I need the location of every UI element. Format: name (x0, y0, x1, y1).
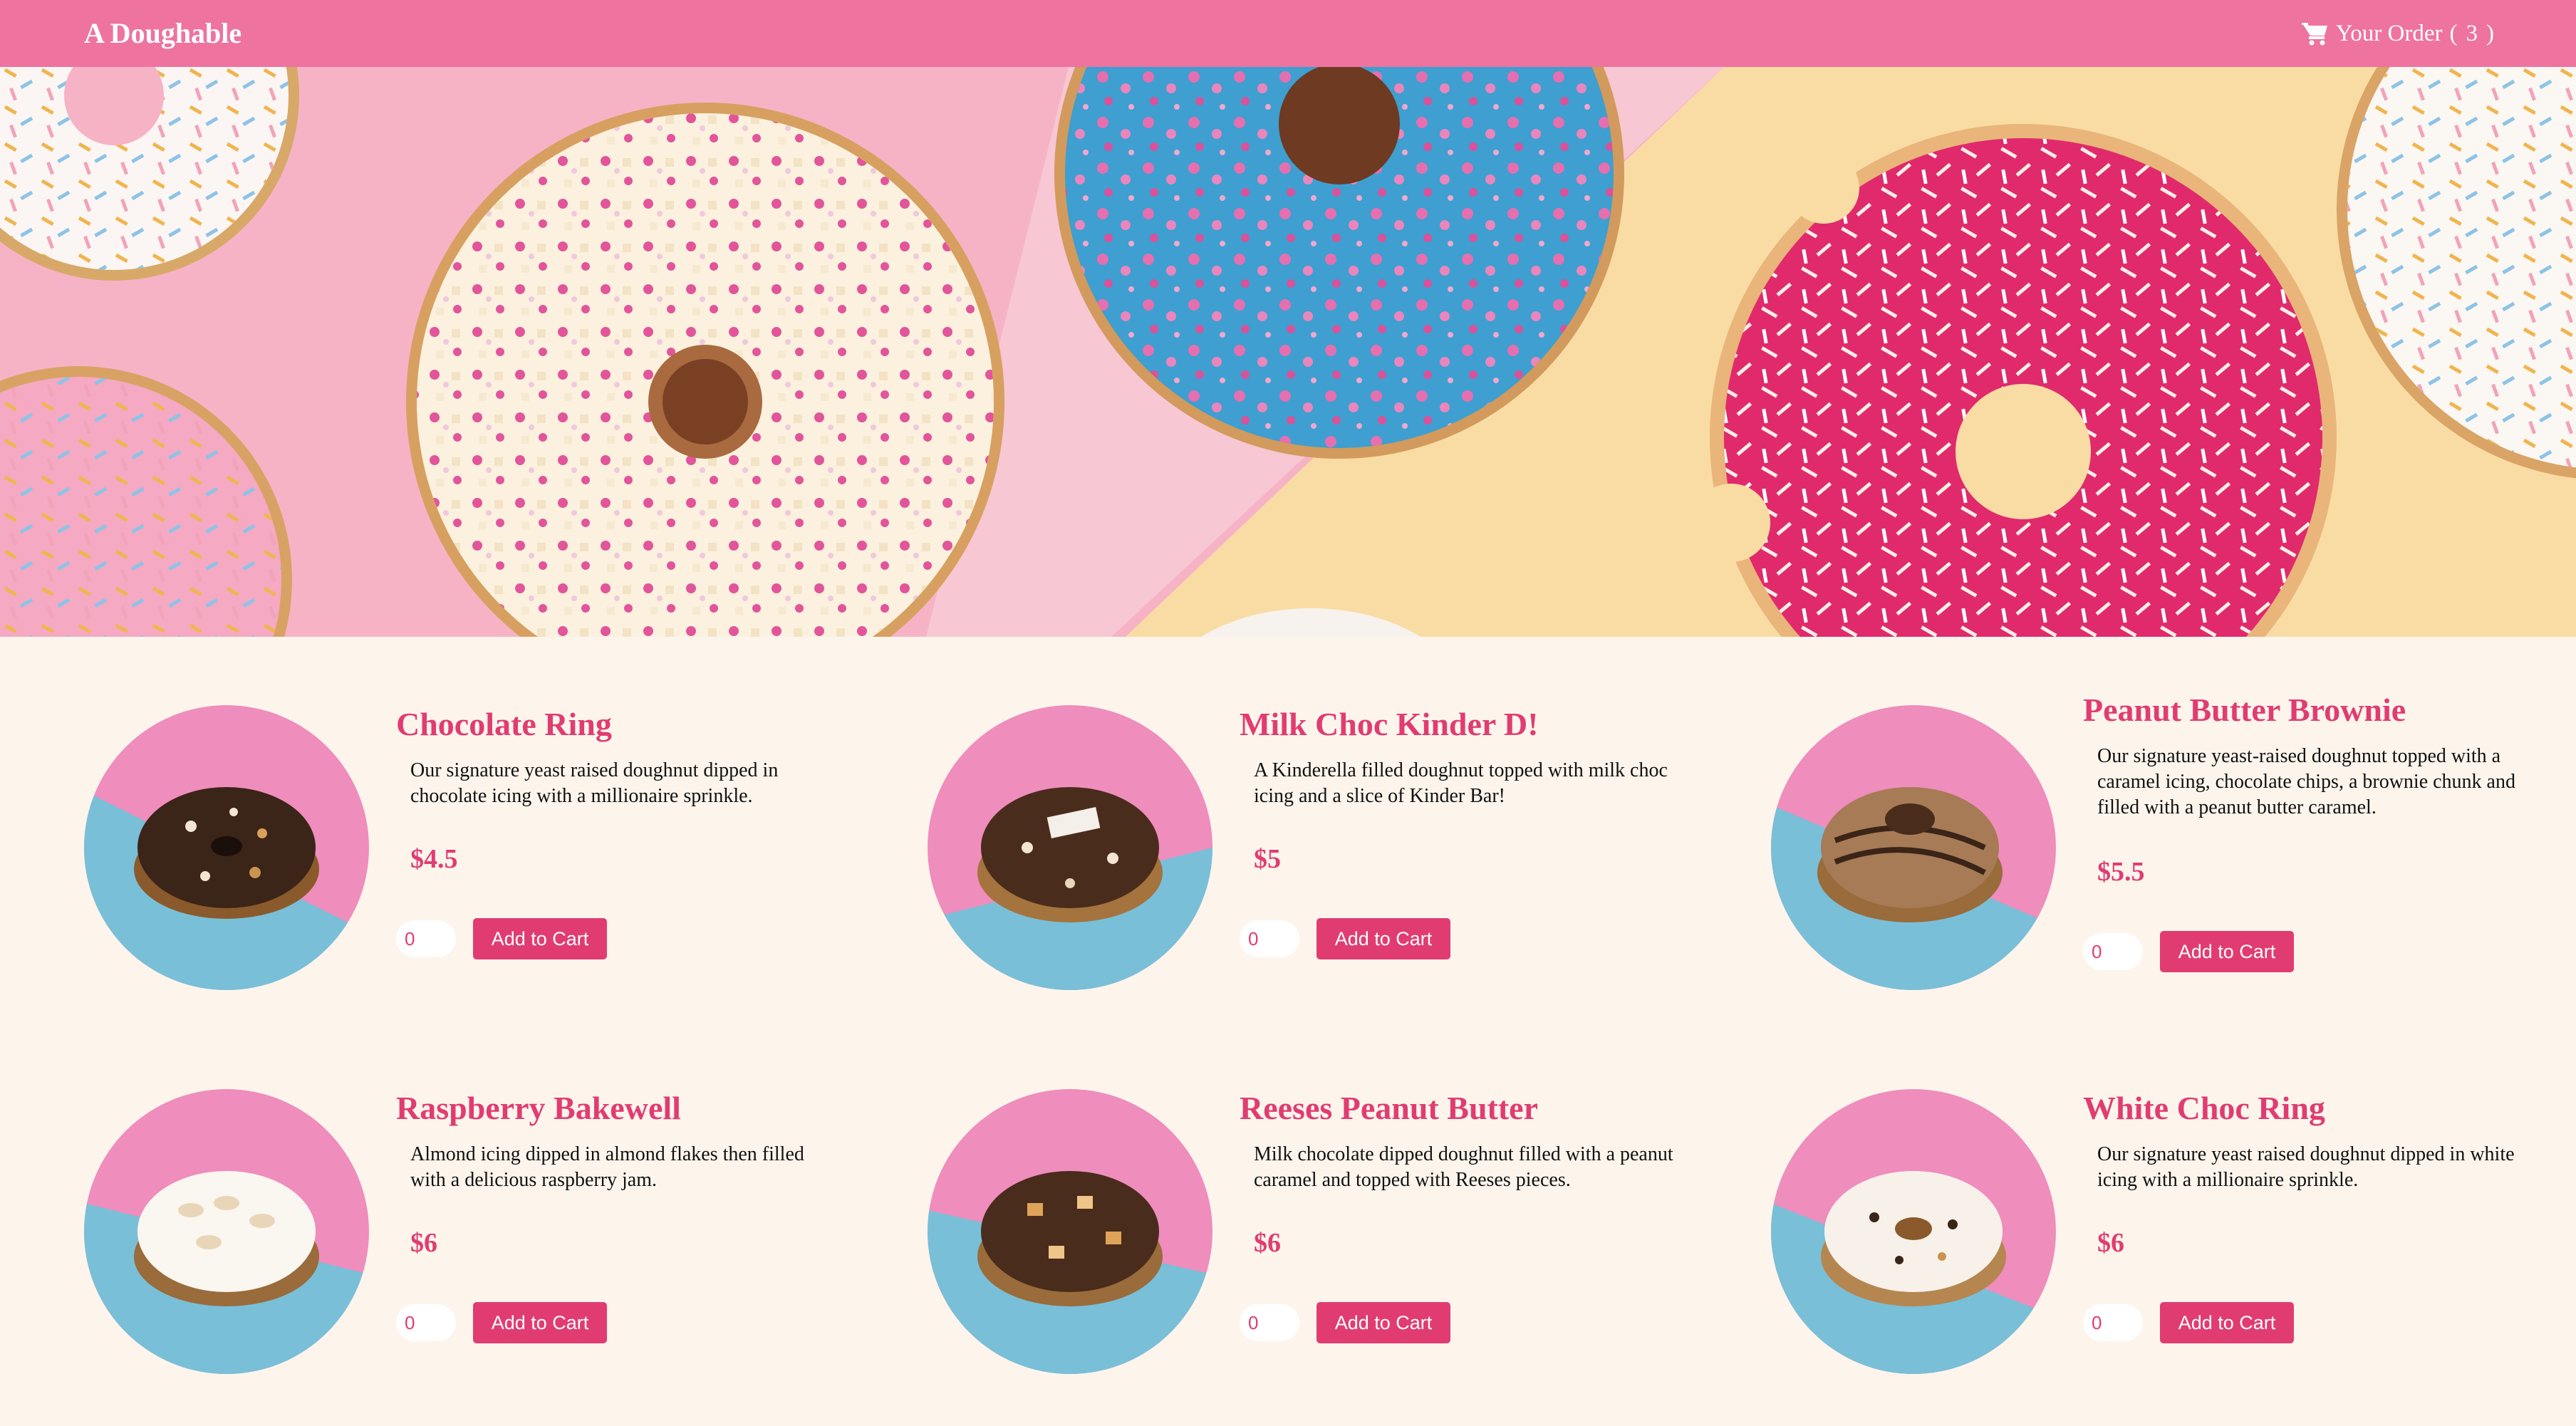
order-count-open: ( (2449, 20, 2458, 46)
product-image-raspberry-bakewell (84, 1089, 369, 1374)
product-title: Peanut Butter Brownie (2083, 692, 2406, 728)
add-to-cart-button[interactable]: Add to Cart (473, 1302, 607, 1343)
your-order-link[interactable]: Your Order ( 3 ) (2301, 10, 2494, 57)
product-price: $6 (1254, 1228, 1281, 1258)
product-description: Our signature yeast raised doughnut dipp… (410, 759, 779, 807)
navbar: A Doughable Your Order ( 3 ) (0, 0, 2576, 67)
order-count-close: ) (2486, 20, 2494, 46)
product-title: Raspberry Bakewell (396, 1090, 681, 1126)
product-card-chocolate-ring: Chocolate Ring Our signature yeast raise… (84, 705, 925, 1004)
product-description: Almond icing dipped in almond flakes the… (410, 1143, 804, 1191)
quantity-input[interactable] (2083, 1304, 2143, 1341)
product-card-reeses-peanut-butter: Reeses Peanut Butter Milk chocolate dipp… (928, 1089, 1768, 1388)
product-card-milk-choc-kinder: Milk Choc Kinder D! A Kinderella filled … (928, 705, 1768, 1004)
product-image-reeses-peanut-butter (928, 1089, 1212, 1374)
product-price: $5.5 (2097, 857, 2145, 887)
product-description: Our signature yeast raised doughnut dipp… (2097, 1143, 2515, 1191)
product-image-milk-choc-kinder (928, 705, 1212, 990)
product-image-peanut-butter-brownie (1771, 705, 2056, 990)
product-title: Reeses Peanut Butter (1240, 1090, 1539, 1126)
product-price: $5 (1254, 844, 1281, 874)
product-price: $4.5 (410, 844, 458, 874)
product-card-raspberry-bakewell: Raspberry Bakewell Almond icing dipped i… (84, 1089, 925, 1388)
product-description: Milk chocolate dipped doughnut filled wi… (1254, 1143, 1673, 1191)
product-title: Chocolate Ring (396, 706, 612, 742)
product-title: Milk Choc Kinder D! (1240, 706, 1539, 742)
product-price: $6 (2097, 1228, 2124, 1258)
product-title: White Choc Ring (2083, 1090, 2325, 1126)
product-card-peanut-butter-brownie: Peanut Butter Brownie Our signature yeas… (1771, 692, 2576, 1004)
order-label: Your Order (2335, 20, 2443, 46)
product-description: A Kinderella filled doughnut topped with… (1254, 759, 1668, 807)
product-image-chocolate-ring (84, 705, 369, 990)
product-price: $6 (410, 1228, 437, 1258)
shopping-cart-icon (2301, 23, 2327, 46)
add-to-cart-button[interactable]: Add to Cart (1316, 1302, 1450, 1343)
product-description: Our signature yeast-raised doughnut topp… (2097, 745, 2515, 818)
quantity-input[interactable] (1240, 920, 1299, 957)
add-to-cart-button[interactable]: Add to Cart (2160, 1302, 2294, 1343)
add-to-cart-button[interactable]: Add to Cart (2160, 931, 2294, 972)
product-card-white-choc-ring: White Choc Ring Our signature yeast rais… (1771, 1089, 2576, 1388)
product-image-white-choc-ring (1771, 1089, 2056, 1374)
quantity-input[interactable] (396, 1304, 456, 1341)
order-count: 3 (2466, 20, 2478, 46)
brand-logo[interactable]: A Doughable (84, 9, 242, 58)
quantity-input[interactable] (396, 920, 456, 957)
quantity-input[interactable] (1240, 1304, 1299, 1341)
add-to-cart-button[interactable]: Add to Cart (473, 918, 607, 959)
add-to-cart-button[interactable]: Add to Cart (1316, 918, 1450, 959)
quantity-input[interactable] (2083, 933, 2143, 970)
hero-banner-image (0, 67, 2576, 637)
